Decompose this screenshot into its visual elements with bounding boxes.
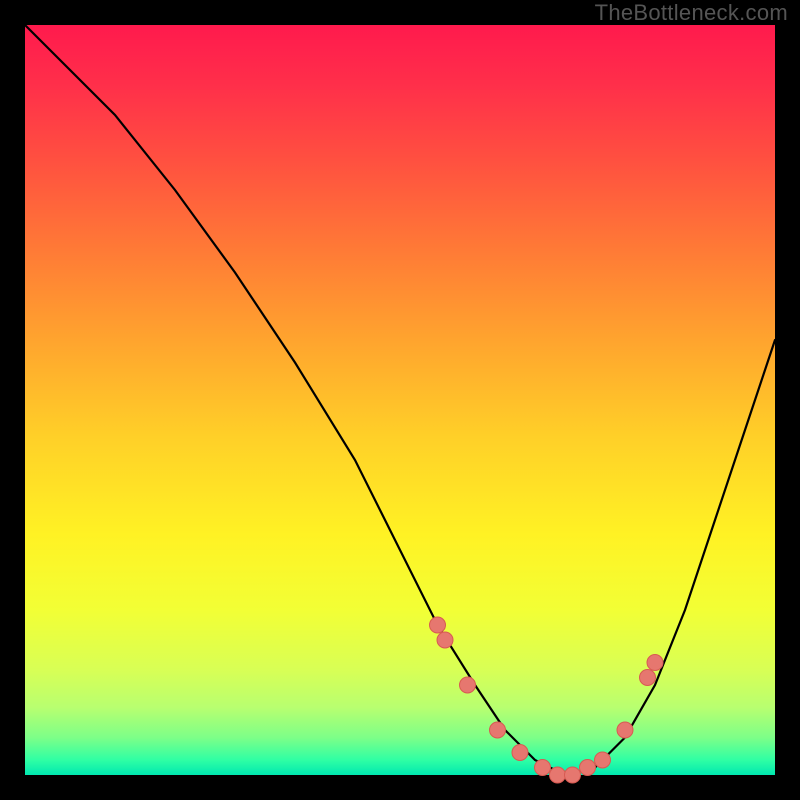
watermark-text: TheBottleneck.com: [595, 0, 788, 26]
marker-point: [550, 767, 566, 783]
highlight-markers: [430, 617, 664, 783]
marker-point: [512, 745, 528, 761]
marker-point: [437, 632, 453, 648]
marker-point: [580, 760, 596, 776]
marker-point: [595, 752, 611, 768]
chart-plot-area: [25, 25, 775, 775]
marker-point: [535, 760, 551, 776]
chart-frame: TheBottleneck.com: [0, 0, 800, 800]
marker-point: [460, 677, 476, 693]
marker-point: [565, 767, 581, 783]
marker-point: [640, 670, 656, 686]
marker-point: [617, 722, 633, 738]
chart-svg: [25, 25, 775, 775]
marker-point: [647, 655, 663, 671]
marker-point: [430, 617, 446, 633]
marker-point: [490, 722, 506, 738]
